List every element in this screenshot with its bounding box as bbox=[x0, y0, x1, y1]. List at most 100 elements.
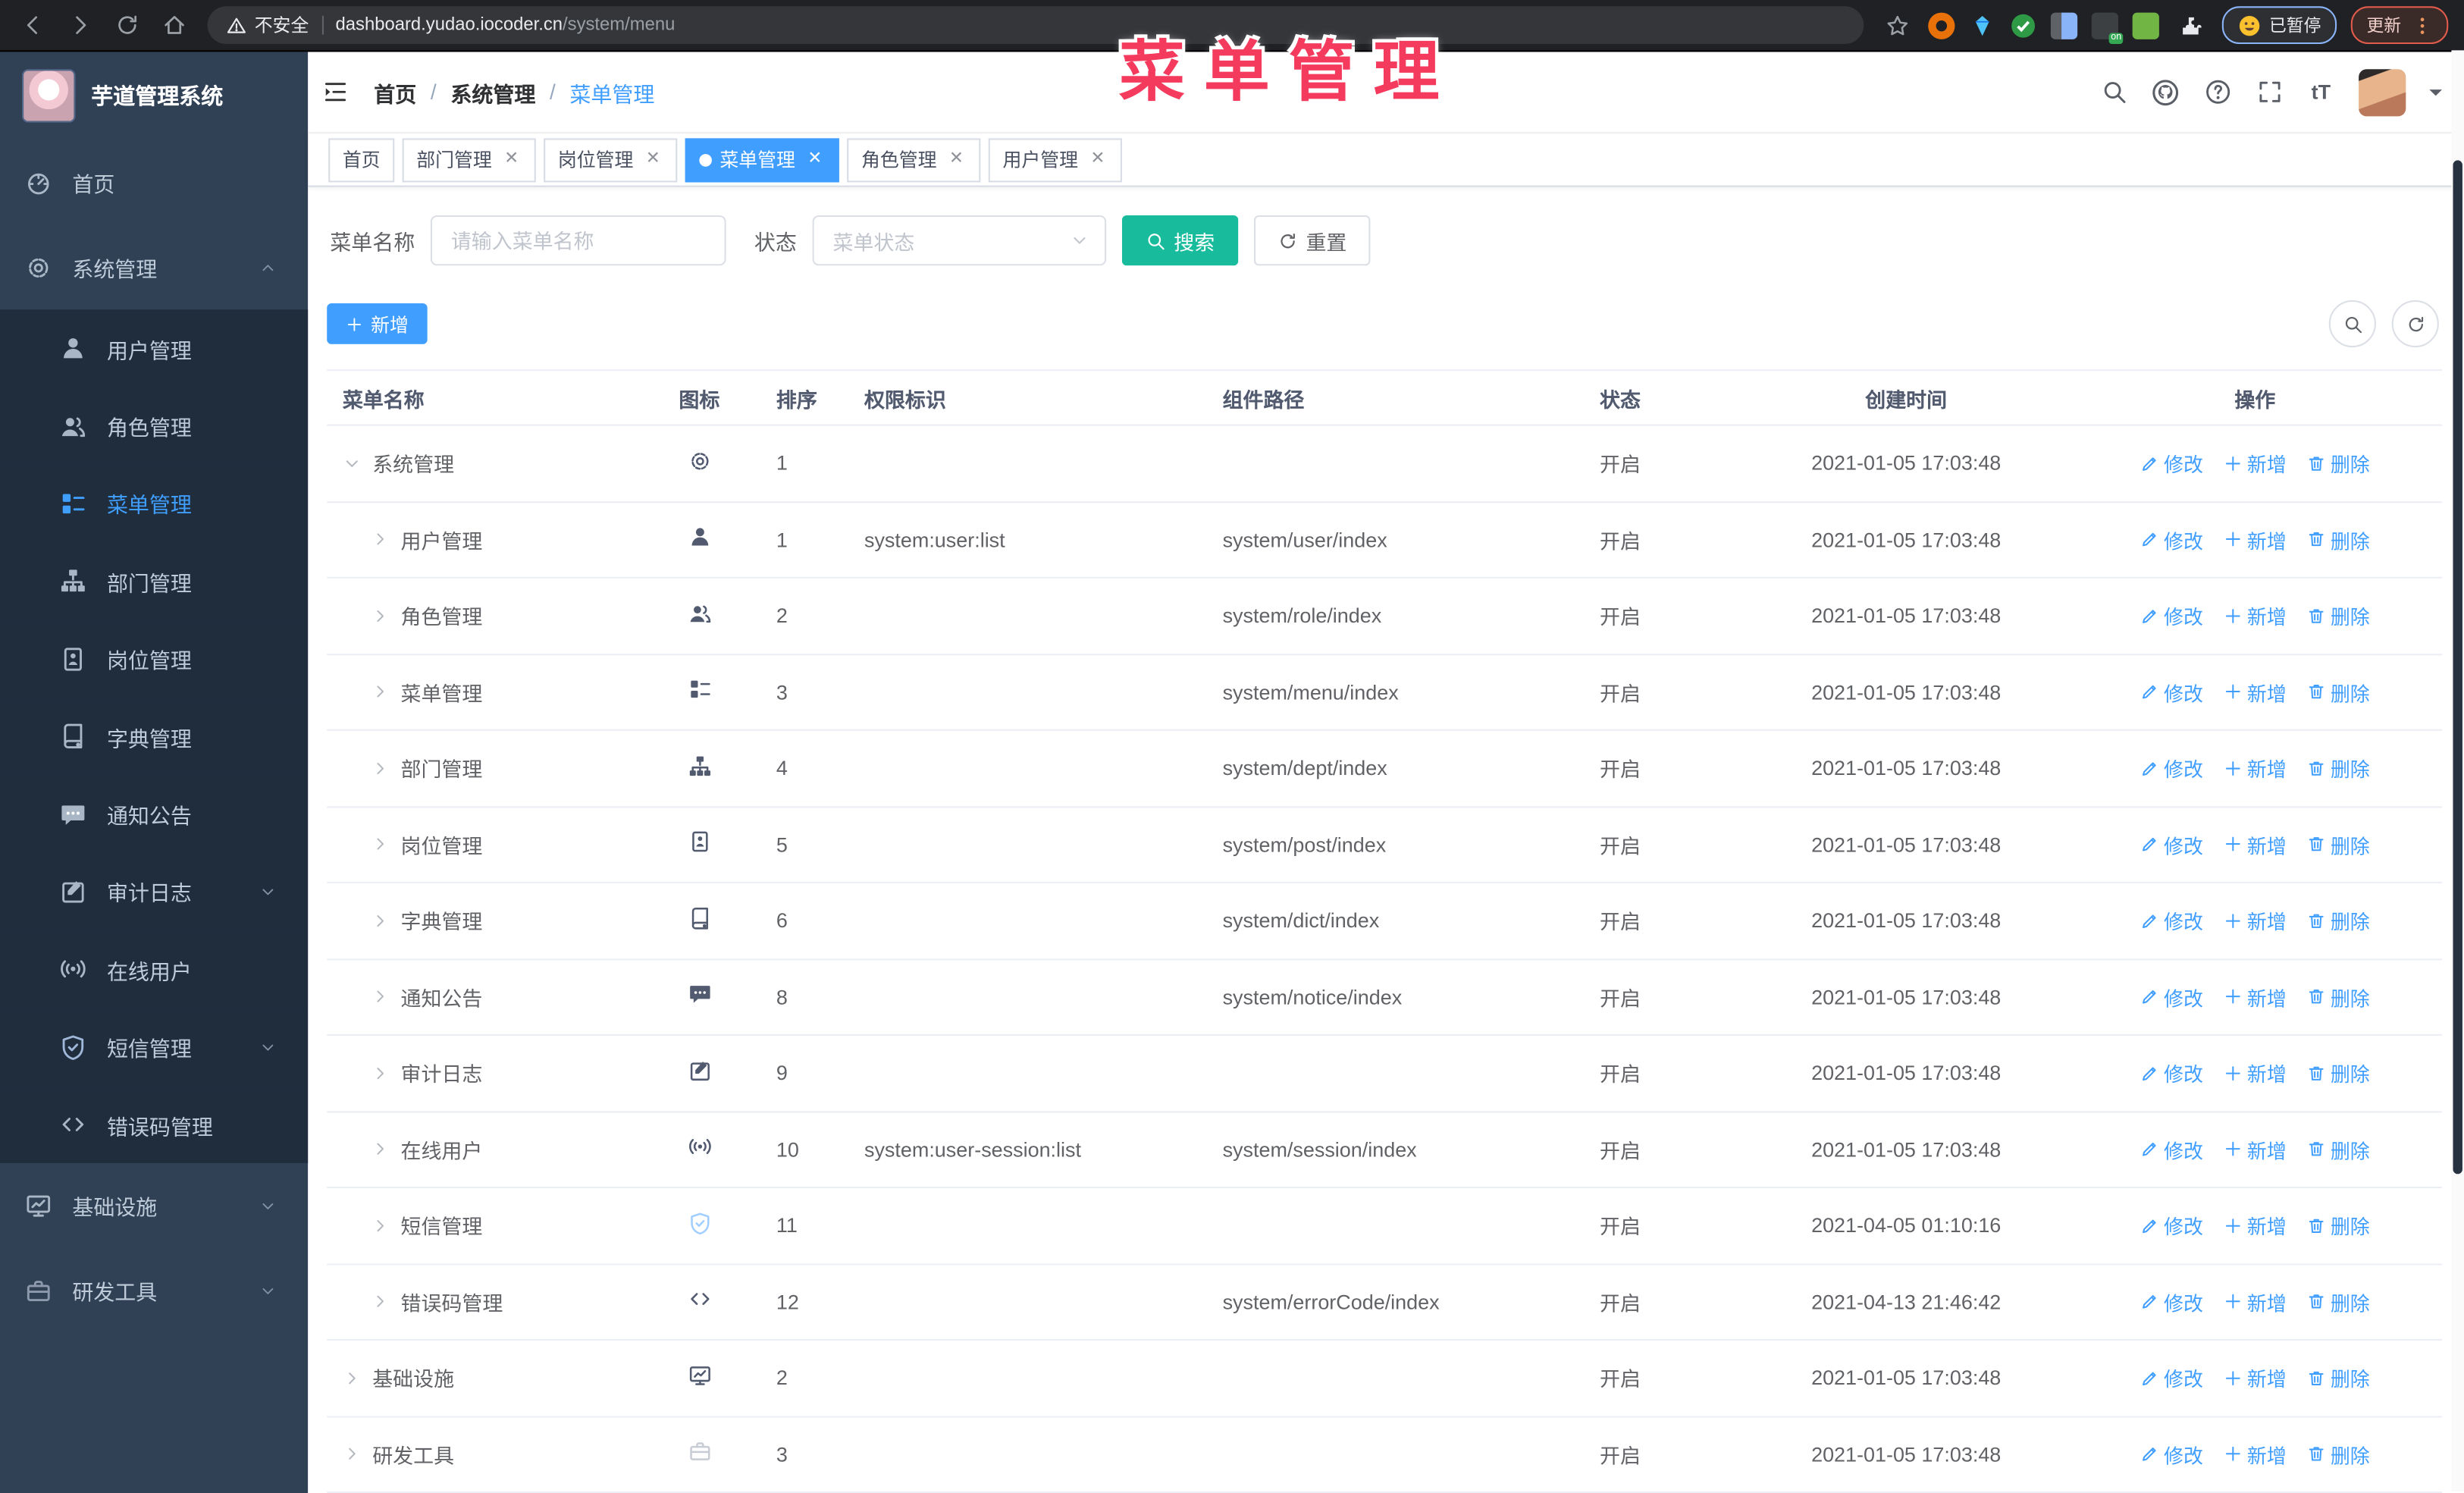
add-button[interactable]: 新增 bbox=[327, 303, 428, 344]
row-expand-icon[interactable] bbox=[371, 530, 390, 549]
github-icon[interactable] bbox=[2152, 78, 2180, 106]
delete-link[interactable]: 删除 bbox=[2307, 1211, 2370, 1241]
avatar-caret-icon[interactable] bbox=[2429, 89, 2442, 102]
edit-link[interactable]: 修改 bbox=[2140, 1363, 2203, 1393]
sidebar-item-10[interactable]: 审计日志 bbox=[0, 852, 309, 931]
home-icon[interactable] bbox=[157, 8, 192, 42]
delete-link[interactable]: 删除 bbox=[2307, 1134, 2370, 1164]
sidebar-item-14[interactable]: 基础设施 bbox=[0, 1163, 308, 1248]
extension-icon-proxy[interactable]: on bbox=[2091, 11, 2124, 43]
delete-link[interactable]: 删除 bbox=[2307, 601, 2370, 630]
add-link[interactable]: 新增 bbox=[2224, 1134, 2287, 1164]
refresh-table-icon[interactable] bbox=[2391, 300, 2439, 348]
security-label[interactable]: 不安全 bbox=[255, 13, 309, 38]
add-link[interactable]: 新增 bbox=[2224, 905, 2287, 935]
row-expand-icon[interactable] bbox=[343, 1369, 362, 1388]
sidebar-item-6[interactable]: 部门管理 bbox=[0, 542, 309, 620]
row-expand-icon[interactable] bbox=[371, 1140, 390, 1159]
search-button[interactable]: 搜索 bbox=[1121, 215, 1239, 266]
edit-link[interactable]: 修改 bbox=[2140, 448, 2203, 478]
extension-icon-bot[interactable] bbox=[2132, 11, 2159, 39]
close-icon[interactable]: ✕ bbox=[1088, 149, 1108, 170]
extensions-puzzle-icon[interactable] bbox=[2174, 8, 2209, 42]
browser-update-button[interactable]: 更新 bbox=[2350, 6, 2449, 45]
edit-link[interactable]: 修改 bbox=[2140, 753, 2203, 783]
toggle-search-icon[interactable] bbox=[2328, 300, 2376, 348]
add-link[interactable]: 新增 bbox=[2224, 982, 2287, 1012]
delete-link[interactable]: 删除 bbox=[2307, 525, 2370, 554]
sidebar-item-11[interactable]: 在线用户 bbox=[0, 930, 309, 1008]
menu-name-input[interactable] bbox=[430, 215, 726, 266]
sidebar-item-13[interactable]: 错误码管理 bbox=[0, 1086, 309, 1164]
row-expand-icon[interactable] bbox=[371, 759, 390, 778]
reset-button[interactable]: 重置 bbox=[1254, 215, 1371, 266]
sidebar-item-15[interactable]: 研发工具 bbox=[0, 1248, 308, 1333]
add-link[interactable]: 新增 bbox=[2224, 448, 2287, 478]
delete-link[interactable]: 删除 bbox=[2307, 982, 2370, 1012]
row-expand-icon[interactable] bbox=[343, 1444, 362, 1463]
close-icon[interactable]: ✕ bbox=[804, 149, 825, 170]
sidebar-fold-icon[interactable] bbox=[322, 79, 349, 105]
delete-link[interactable]: 删除 bbox=[2307, 448, 2370, 478]
bookmark-star-icon[interactable] bbox=[1879, 8, 1914, 42]
add-link[interactable]: 新增 bbox=[2224, 830, 2287, 859]
edit-link[interactable]: 修改 bbox=[2140, 525, 2203, 554]
row-expand-icon[interactable] bbox=[371, 1292, 390, 1311]
add-link[interactable]: 新增 bbox=[2224, 1058, 2287, 1087]
edit-link[interactable]: 修改 bbox=[2140, 1287, 2203, 1316]
row-expand-icon[interactable] bbox=[371, 911, 390, 930]
close-icon[interactable]: ✕ bbox=[643, 149, 663, 170]
tag-5[interactable]: 角色管理 ✕ bbox=[847, 137, 981, 182]
edit-link[interactable]: 修改 bbox=[2140, 905, 2203, 935]
sidebar-item-12[interactable]: 短信管理 bbox=[0, 1008, 309, 1087]
breadcrumb-item-2[interactable]: 系统管理 bbox=[450, 77, 535, 108]
delete-link[interactable]: 删除 bbox=[2307, 1363, 2370, 1393]
delete-link[interactable]: 删除 bbox=[2307, 830, 2370, 859]
sidebar-item-2[interactable]: 系统管理 bbox=[0, 224, 308, 309]
add-link[interactable]: 新增 bbox=[2224, 1363, 2287, 1393]
row-expand-icon[interactable] bbox=[371, 1216, 390, 1235]
user-avatar[interactable] bbox=[2359, 68, 2406, 116]
row-expand-icon[interactable] bbox=[371, 607, 390, 626]
add-link[interactable]: 新增 bbox=[2224, 677, 2287, 707]
edit-link[interactable]: 修改 bbox=[2140, 1211, 2203, 1241]
sidebar-item-4[interactable]: 角色管理 bbox=[0, 387, 309, 466]
row-expand-icon[interactable] bbox=[371, 1064, 390, 1083]
edit-link[interactable]: 修改 bbox=[2140, 601, 2203, 630]
breadcrumb-item-1[interactable]: 首页 bbox=[374, 77, 416, 108]
row-expand-icon[interactable] bbox=[371, 987, 390, 1006]
sidebar-item-5[interactable]: 菜单管理 bbox=[0, 465, 309, 543]
delete-link[interactable]: 删除 bbox=[2307, 753, 2370, 783]
breadcrumb-item-3[interactable]: 菜单管理 bbox=[569, 77, 654, 108]
delete-link[interactable]: 删除 bbox=[2307, 1287, 2370, 1316]
profile-paused-badge[interactable]: 已暂停 bbox=[2221, 6, 2337, 45]
tag-4[interactable]: 菜单管理 ✕ bbox=[685, 137, 839, 182]
edit-link[interactable]: 修改 bbox=[2140, 982, 2203, 1012]
add-link[interactable]: 新增 bbox=[2224, 525, 2287, 554]
search-icon[interactable] bbox=[2099, 78, 2127, 106]
add-link[interactable]: 新增 bbox=[2224, 1287, 2287, 1316]
add-link[interactable]: 新增 bbox=[2224, 601, 2287, 630]
delete-link[interactable]: 删除 bbox=[2307, 1058, 2370, 1087]
extension-icon-grid[interactable] bbox=[2050, 11, 2078, 39]
tag-6[interactable]: 用户管理 ✕ bbox=[988, 137, 1123, 182]
tag-3[interactable]: 岗位管理 ✕ bbox=[544, 137, 678, 182]
extension-icon-green-check[interactable] bbox=[2010, 12, 2036, 39]
font-size-icon[interactable]: tT bbox=[2307, 78, 2335, 106]
add-link[interactable]: 新增 bbox=[2224, 753, 2287, 783]
delete-link[interactable]: 删除 bbox=[2307, 677, 2370, 707]
app-logo-row[interactable]: 芋道管理系统 bbox=[0, 52, 308, 140]
tag-2[interactable]: 部门管理 ✕ bbox=[402, 137, 536, 182]
row-expand-icon[interactable] bbox=[371, 835, 390, 854]
sidebar-item-9[interactable]: 通知公告 bbox=[0, 775, 309, 853]
close-icon[interactable]: ✕ bbox=[501, 149, 522, 170]
help-icon[interactable] bbox=[2203, 78, 2231, 106]
close-icon[interactable]: ✕ bbox=[946, 149, 967, 170]
forward-icon[interactable] bbox=[63, 8, 98, 42]
tag-1[interactable]: 首页 bbox=[328, 137, 395, 182]
fullscreen-icon[interactable] bbox=[2255, 78, 2283, 106]
sidebar-item-7[interactable]: 岗位管理 bbox=[0, 619, 309, 698]
edit-link[interactable]: 修改 bbox=[2140, 1439, 2203, 1469]
add-link[interactable]: 新增 bbox=[2224, 1211, 2287, 1241]
add-link[interactable]: 新增 bbox=[2224, 1439, 2287, 1469]
